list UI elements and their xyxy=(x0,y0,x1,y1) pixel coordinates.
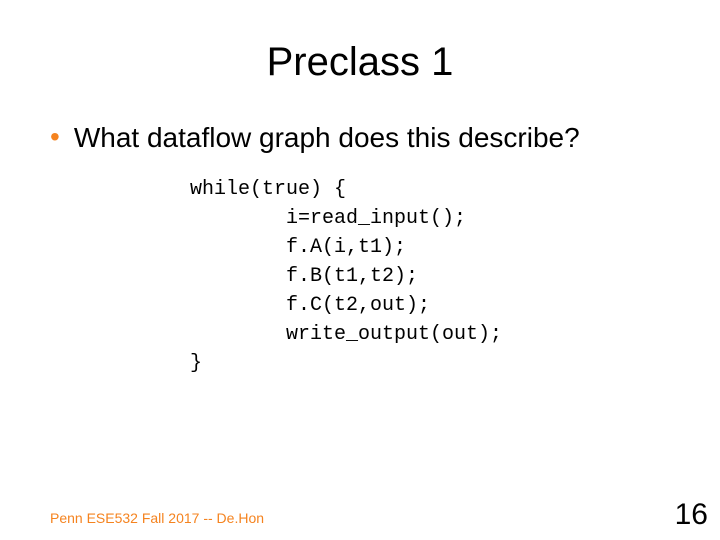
code-line: f.A(i,t1); xyxy=(190,236,406,259)
slide-title: Preclass 1 xyxy=(50,40,670,85)
code-line: } xyxy=(190,352,202,375)
code-line: i=read_input(); xyxy=(190,207,466,230)
bullet-item: • What dataflow graph does this describe… xyxy=(50,120,670,155)
bullet-icon: • xyxy=(50,120,60,154)
code-block: while(true) { i=read_input(); f.A(i,t1);… xyxy=(190,175,670,378)
slide: Preclass 1 • What dataflow graph does th… xyxy=(0,0,720,540)
bullet-text: What dataflow graph does this describe? xyxy=(74,120,580,155)
code-line: f.C(t2,out); xyxy=(190,294,430,317)
code-line: f.B(t1,t2); xyxy=(190,265,418,288)
footer-text: Penn ESE532 Fall 2017 -- De.Hon xyxy=(50,510,264,526)
code-line: while(true) { xyxy=(190,178,346,201)
page-number: 16 xyxy=(675,498,708,532)
code-line: write_output(out); xyxy=(190,323,502,346)
